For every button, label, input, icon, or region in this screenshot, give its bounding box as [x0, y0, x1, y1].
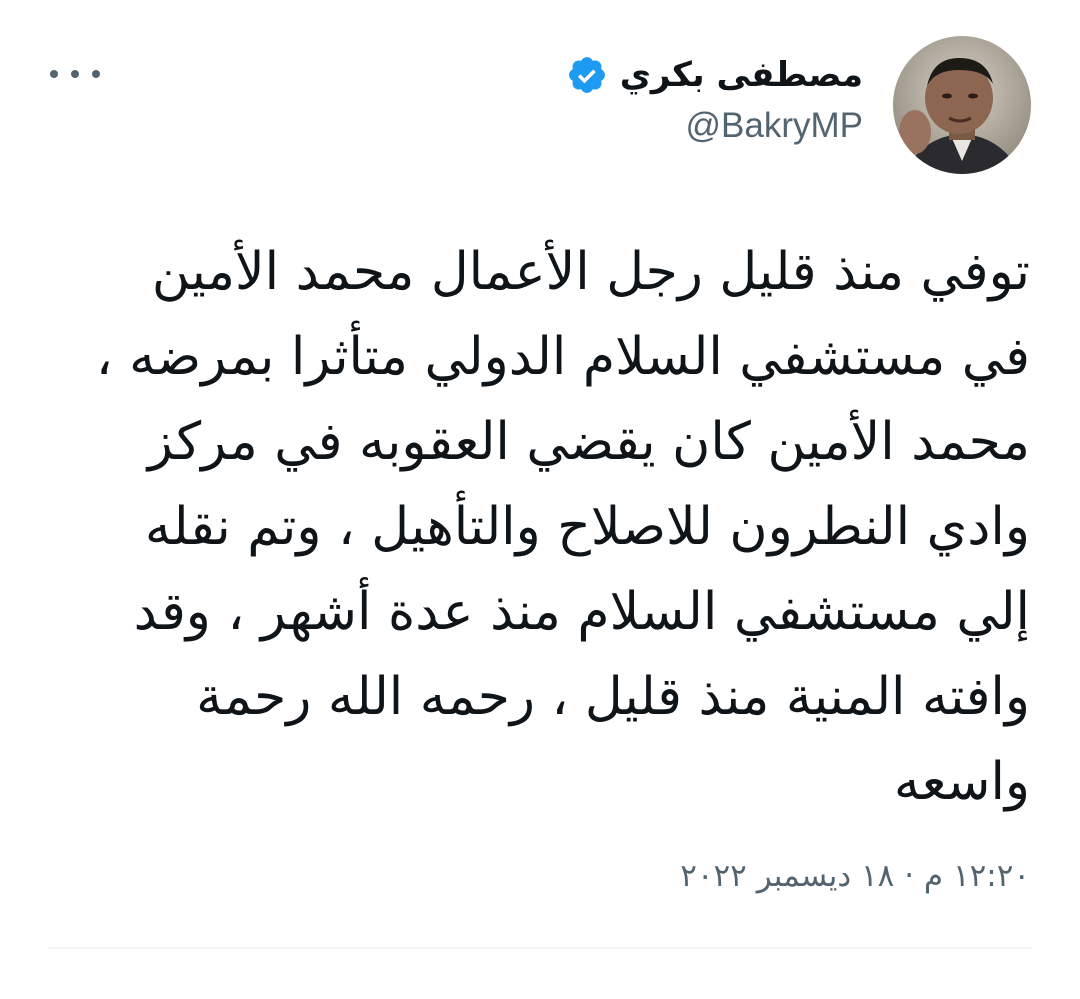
- author-display-name[interactable]: مصطفى بكري: [620, 55, 863, 95]
- dot: [50, 70, 58, 78]
- author-info[interactable]: مصطفى بكري @BakryMP: [566, 48, 863, 146]
- tweet-text: توفي منذ قليل رجل الأعمال محمد الأمين في…: [95, 242, 1030, 812]
- more-options-icon[interactable]: [50, 56, 100, 92]
- tweet-timestamp[interactable]: ١٢:٢٠ م · ١٨ ديسمبر ٢٠٢٢: [680, 858, 1030, 894]
- verified-badge-icon: [566, 54, 608, 96]
- dot: [92, 70, 100, 78]
- dot: [71, 70, 79, 78]
- name-row: مصطفى بكري: [566, 48, 863, 102]
- tweet-card: مصطفى بكري @BakryMP توفي منذ قليل رجل ال…: [0, 0, 1080, 999]
- profile-photo-icon: [893, 36, 1031, 174]
- author-handle[interactable]: @BakryMP: [566, 106, 864, 146]
- divider: [48, 947, 1032, 949]
- avatar[interactable]: [893, 36, 1031, 174]
